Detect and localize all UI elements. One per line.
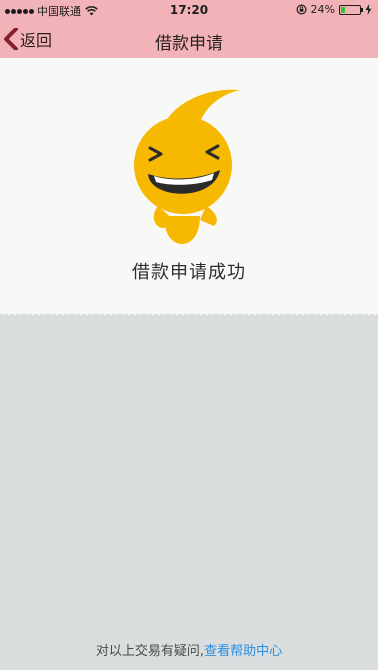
top-bar: 中国联通 17:20 24% 返回 借款申请 xyxy=(0,0,378,58)
success-mascot-image xyxy=(134,89,240,244)
status-right: 24% xyxy=(296,3,372,16)
battery-fill xyxy=(341,6,345,13)
card-torn-edge xyxy=(0,310,378,316)
footer-prompt: 对以上交易有疑问, xyxy=(95,644,205,659)
rotation-lock-icon xyxy=(296,4,307,15)
battery-icon xyxy=(339,4,363,15)
page-title: 借款申请 xyxy=(155,34,223,54)
battery-percent: 24% xyxy=(310,3,335,16)
success-message: 借款申请成功 xyxy=(132,262,246,283)
help-center-link[interactable]: 查看帮助中心 xyxy=(204,644,282,659)
charging-bolt-icon xyxy=(365,4,372,15)
help-footer: 对以上交易有疑问,查看帮助中心 xyxy=(0,640,378,659)
navigation-bar: 返回 借款申请 xyxy=(0,20,378,58)
status-bar: 中国联通 17:20 24% xyxy=(0,0,378,20)
